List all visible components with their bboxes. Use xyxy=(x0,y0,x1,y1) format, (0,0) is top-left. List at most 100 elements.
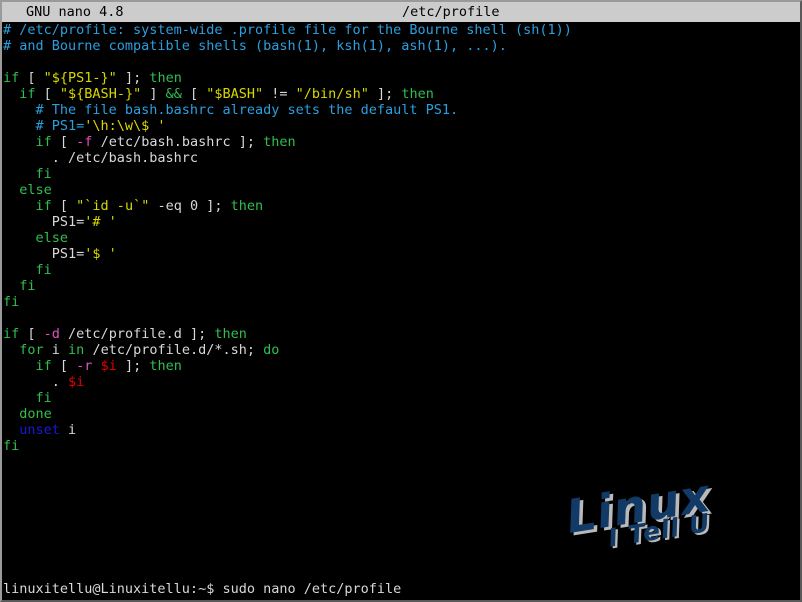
editor-line: for i in /etc/profile.d/*.sh; do xyxy=(2,342,800,358)
code-token: i xyxy=(59,422,77,438)
editor-line: # /etc/profile: system-wide .profile fil… xyxy=(2,22,800,38)
editor-line: if [ -r $i ]; then xyxy=(2,358,800,374)
code-token: PS1= xyxy=(3,214,85,230)
code-token: '$ ' xyxy=(84,246,117,262)
code-token: ]; xyxy=(116,70,150,86)
code-token: if xyxy=(35,134,52,150)
code-token: [ xyxy=(19,326,44,342)
code-token: '# ' xyxy=(84,214,117,230)
code-token: # The file bash.bashrc already sets the … xyxy=(3,102,459,118)
code-token: /etc/bash.bashrc ]; xyxy=(92,134,264,150)
code-token: [ xyxy=(181,86,207,102)
code-token: then xyxy=(149,70,182,86)
editor-line: fi xyxy=(2,262,800,278)
editor-line: fi xyxy=(2,438,800,454)
code-token: '\h:\w\$ ' xyxy=(84,118,166,134)
editor-line: # and Bourne compatible shells (bash(1),… xyxy=(2,38,800,54)
code-token: "$BASH" xyxy=(206,86,264,102)
code-token: fi xyxy=(35,390,52,406)
code-token: ]; xyxy=(368,86,402,102)
code-token: "${PS1-}" xyxy=(43,70,117,86)
code-token: # PS1= xyxy=(3,118,85,134)
code-token: for xyxy=(19,342,44,358)
nano-title-bar: GNU nano 4.8 /etc/profile xyxy=(2,2,800,22)
code-token: fi xyxy=(35,262,52,278)
code-token: "`id -u`" xyxy=(76,198,150,214)
code-token: ] xyxy=(141,86,166,102)
editor-line: else xyxy=(2,182,800,198)
code-token: do xyxy=(263,342,280,358)
editor-line: . /etc/bash.bashrc xyxy=(2,150,800,166)
editor-line: if [ -f /etc/bash.bashrc ]; then xyxy=(2,134,800,150)
editor-line: PS1='# ' xyxy=(2,214,800,230)
editor-line: if [ "${PS1-}" ]; then xyxy=(2,70,800,86)
editor-line: fi xyxy=(2,390,800,406)
watermark-line-2: I Tell U xyxy=(606,507,713,553)
code-token: ]; xyxy=(116,358,150,374)
code-token: then xyxy=(230,198,264,214)
code-token: if xyxy=(35,198,52,214)
editor-line: else xyxy=(2,230,800,246)
code-token: done xyxy=(19,406,52,422)
editor-line: . $i xyxy=(2,374,800,390)
code-token: . xyxy=(3,374,69,390)
code-token: [ xyxy=(35,86,60,102)
code-token: -f xyxy=(76,134,93,150)
code-token: # and Bourne compatible shells (bash(1),… xyxy=(3,38,507,54)
code-token: -d xyxy=(43,326,60,342)
code-token: . /etc/bash.bashrc xyxy=(3,150,199,166)
code-token: [ xyxy=(51,358,77,374)
editor-line: fi xyxy=(2,294,800,310)
code-token: [ xyxy=(51,134,77,150)
editor-line: if [ -d /etc/profile.d ]; then xyxy=(2,326,800,342)
code-token: i xyxy=(43,342,69,358)
code-token: -r xyxy=(76,358,93,374)
code-token: then xyxy=(214,326,247,342)
code-token: "/bin/sh" xyxy=(295,86,369,102)
code-token: $i xyxy=(68,374,85,390)
code-token: fi xyxy=(3,294,20,310)
code-token: # /etc/profile: system-wide .profile fil… xyxy=(3,22,572,38)
code-token: unset xyxy=(19,422,60,438)
code-token: PS1= xyxy=(3,246,85,262)
code-token: [ xyxy=(19,70,44,86)
editor-line: fi xyxy=(2,166,800,182)
code-token: if xyxy=(19,86,36,102)
code-token: else xyxy=(35,230,69,246)
code-token: if xyxy=(3,70,20,86)
watermark-logo: Linux I Tell U xyxy=(562,458,752,565)
editor-line: # The file bash.bashrc already sets the … xyxy=(2,102,800,118)
editor-line: if [ "${BASH-}" ] && [ "$BASH" != "/bin/… xyxy=(2,86,800,102)
nano-version-label: GNU nano 4.8 xyxy=(26,4,124,20)
code-token: $i xyxy=(100,358,117,374)
code-token: then xyxy=(263,134,296,150)
editor-line: done xyxy=(2,406,800,422)
code-token: -eq 0 ]; xyxy=(149,198,231,214)
code-token: fi xyxy=(35,166,52,182)
code-token: "${BASH-}" xyxy=(59,86,142,102)
code-token: in xyxy=(68,342,85,358)
code-token: /etc/profile.d ]; xyxy=(59,326,215,342)
code-token: fi xyxy=(3,438,20,454)
editor-line: fi xyxy=(2,278,800,294)
nano-editor-buffer[interactable]: # /etc/profile: system-wide .profile fil… xyxy=(2,22,800,454)
editor-line: if [ "`id -u`" -eq 0 ]; then xyxy=(2,198,800,214)
code-token: then xyxy=(401,86,434,102)
editor-line: # PS1='\h:\w\$ ' xyxy=(2,118,800,134)
code-token: && xyxy=(165,86,182,102)
shell-prompt-line[interactable]: linuxitellu@Linuxitellu:~$ sudo nano /et… xyxy=(2,580,800,598)
